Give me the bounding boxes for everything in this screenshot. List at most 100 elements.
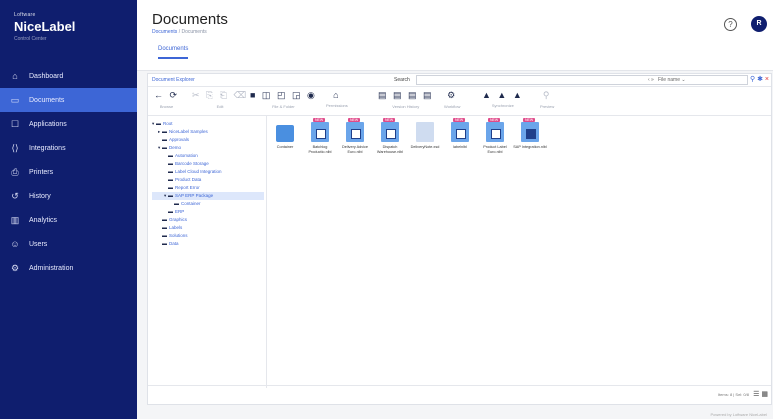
toolbar-group-preview[interactable]: ⚲ Preview <box>540 90 554 109</box>
tree-node[interactable]: ▬ Container <box>152 200 264 208</box>
toolbar-group-workflow[interactable]: ⚙ Workflow <box>444 90 460 109</box>
toolbar-group-edit[interactable]: ✂ ⎘ ⎗ ⌫ Edit <box>192 90 248 109</box>
sidebar-item-documents[interactable]: ▭ Documents <box>0 88 137 112</box>
avatar[interactable]: R <box>751 16 767 32</box>
folder-icon: ▬ <box>162 145 167 151</box>
search-label: Search <box>394 77 410 83</box>
folder-icon: ▬ <box>162 217 167 223</box>
tree-node[interactable]: ▬ Report Error <box>152 184 264 192</box>
file-item[interactable]: NEW SAP Integration.nlbl <box>513 118 547 150</box>
breadcrumb-current: Documents <box>181 29 207 35</box>
sidebar-nav: ⌂ Dashboard ▭ Documents ☐ Applications ⟨⟩ Integ… <box>0 64 137 280</box>
folder-icon: ▬ <box>174 201 179 207</box>
sidebar-item-label: Documents <box>29 96 65 104</box>
sidebar-item-applications[interactable]: ☐ Applications <box>0 112 137 136</box>
sidebar-item-label: Applications <box>29 120 67 128</box>
clear-icon[interactable]: × <box>765 76 769 83</box>
folder-icon: ▬ <box>162 129 167 135</box>
view-toggle: ☰ ▦ <box>753 390 768 398</box>
toolbar-group-permissions[interactable]: ⌂ Permissions <box>326 90 348 108</box>
toolbar-group-synchronize[interactable]: ▲ ▲ ▲ Synchronize <box>482 90 524 108</box>
toolbar-icons[interactable]: ⚲ <box>540 90 554 101</box>
sidebar-item-analytics[interactable]: ▥ Analytics <box>0 208 137 232</box>
tree-node-label: NiceLabel Samples <box>169 129 208 134</box>
tree-node[interactable]: ▬ Automation <box>152 152 264 160</box>
tree-node[interactable]: ▬ Approvals <box>152 136 264 144</box>
search-filter-select[interactable]: ‹ » File name ⌄ <box>648 77 686 83</box>
file-name: Product Label Euro.nlbl <box>483 145 507 154</box>
sidebar-item-administration[interactable]: ⚙ Administration <box>0 256 137 280</box>
document-explorer-panel: Document Explorer Search ‹ » File name ⌄… <box>147 73 772 405</box>
label-glyph <box>316 129 326 139</box>
tree-node[interactable]: ▬ Graphics <box>152 216 264 224</box>
search-input[interactable] <box>416 75 748 85</box>
tree-node-label: Label Cloud Integration <box>175 169 222 174</box>
file-item[interactable]: NEW Batchlog Productio.nlbl <box>303 118 337 155</box>
tree-node-label: Labels <box>169 225 183 230</box>
tree-node[interactable]: ▬ Labels <box>152 224 264 232</box>
toolbar-icons[interactable]: ✂ ⎘ ⎗ ⌫ <box>192 90 248 101</box>
tree-node[interactable]: ▾ ▬ SAP ERP Package <box>152 192 264 200</box>
new-badge: NEW <box>488 118 501 122</box>
label-document-icon: NEW <box>451 118 469 142</box>
tree-divider[interactable] <box>266 116 267 388</box>
toolbar-icons[interactable]: ▤ ▤ ▤ ▤ <box>378 90 434 101</box>
toolbar-icons[interactable]: ▲ ▲ ▲ <box>482 90 524 100</box>
tree-node[interactable]: ▬ Label Cloud Integration <box>152 168 264 176</box>
folder-icon: ▬ <box>162 225 167 231</box>
file-name: Dispatch Warehouse.nlbl <box>376 145 404 154</box>
label-glyph <box>386 129 396 139</box>
toolbar-group-file-folder[interactable]: ■ ◫ ◰ ◲ ◉ File & Folder <box>250 90 317 109</box>
file-name: labelnlbl <box>453 145 467 149</box>
grid-view-icon[interactable]: ▦ <box>761 391 768 398</box>
tree-node[interactable]: ▬ Data <box>152 240 264 248</box>
footer-note: Powered by Loftware NiceLabel <box>710 412 767 417</box>
toolbar-icons[interactable]: ⚙ <box>444 90 460 101</box>
gear-icon: ⚙ <box>10 262 20 273</box>
tree-node[interactable]: ▾ ▬ Demo <box>152 144 264 152</box>
list-view-icon[interactable]: ☰ <box>753 391 759 398</box>
sidebar-item-integrations[interactable]: ⟨⟩ Integrations <box>0 136 137 160</box>
toolbar-group-version-history[interactable]: ▤ ▤ ▤ ▤ Version History <box>378 90 434 109</box>
toolbar-icons[interactable]: ⌂ <box>326 90 348 100</box>
search-prev-icon[interactable]: ‹ » <box>648 77 654 83</box>
tree-node[interactable]: ▬ Solutions <box>152 232 264 240</box>
file-item[interactable]: Container <box>268 122 302 150</box>
toolbar-icons[interactable]: ← ⟳ <box>154 90 179 101</box>
label-document-icon: NEW <box>521 118 539 142</box>
home-icon: ⌂ <box>12 71 18 81</box>
tree-node[interactable]: ▬ Product Data <box>152 176 264 184</box>
file-item[interactable]: NEW Product Label Euro.nlbl <box>478 118 512 155</box>
toolbar-icons[interactable]: ■ ◫ ◰ ◲ ◉ <box>250 90 317 101</box>
file-item[interactable]: NEW labelnlbl <box>443 118 477 150</box>
search-buttons: ⚲ ✱ × <box>750 75 769 83</box>
sidebar-item-label: Users <box>29 240 48 248</box>
tree-node[interactable]: ▾ ▬ Root <box>152 120 264 128</box>
file-item[interactable]: NEW Delivery Advice Euro.nlbl <box>338 118 372 155</box>
sidebar-item-dashboard[interactable]: ⌂ Dashboard <box>0 64 137 88</box>
breadcrumb-root-link[interactable]: Documents <box>152 29 177 35</box>
file-item[interactable]: DeliveryNote.xsd <box>408 122 442 150</box>
folder-icon: ▭ <box>10 94 20 105</box>
sidebar-item-printers[interactable]: ⎙ Printers <box>0 160 137 184</box>
settings-icon[interactable]: ✱ <box>757 76 763 83</box>
toolbar-group-label: Workflow <box>444 104 461 109</box>
tab-documents[interactable]: Documents <box>158 46 189 59</box>
help-icon[interactable]: ? <box>724 18 737 31</box>
panel-footer: Items: 8 | Sel: 0/8 ☰ ▦ <box>148 385 771 404</box>
tree-node[interactable]: ▬ Barcode Storage <box>152 160 264 168</box>
sidebar-item-users[interactable]: ☺ Users <box>0 232 137 256</box>
file-item[interactable]: NEW Dispatch Warehouse.nlbl <box>373 118 407 155</box>
tree-node[interactable]: ▬ ERP <box>152 208 264 216</box>
tree-node[interactable]: ▸ ▬ NiceLabel Samples <box>152 128 264 136</box>
search-icon[interactable]: ⚲ <box>750 76 755 83</box>
brand-name: NiceLabel <box>14 19 76 34</box>
folder-icon: ▬ <box>168 153 173 159</box>
folder-icon: ▬ <box>168 185 173 191</box>
brand-logo[interactable]: Loftware NiceLabel Control Center <box>14 12 75 42</box>
sidebar-item-history[interactable]: ↺ History <box>0 184 137 208</box>
tree-node-label: ERP <box>175 209 185 214</box>
toolbar-group-browse[interactable]: ← ⟳ Browse <box>154 90 179 109</box>
tree-node-label: Product Data <box>175 177 202 182</box>
sidebar: Loftware NiceLabel Control Center ⌂ Dashb… <box>0 0 137 419</box>
